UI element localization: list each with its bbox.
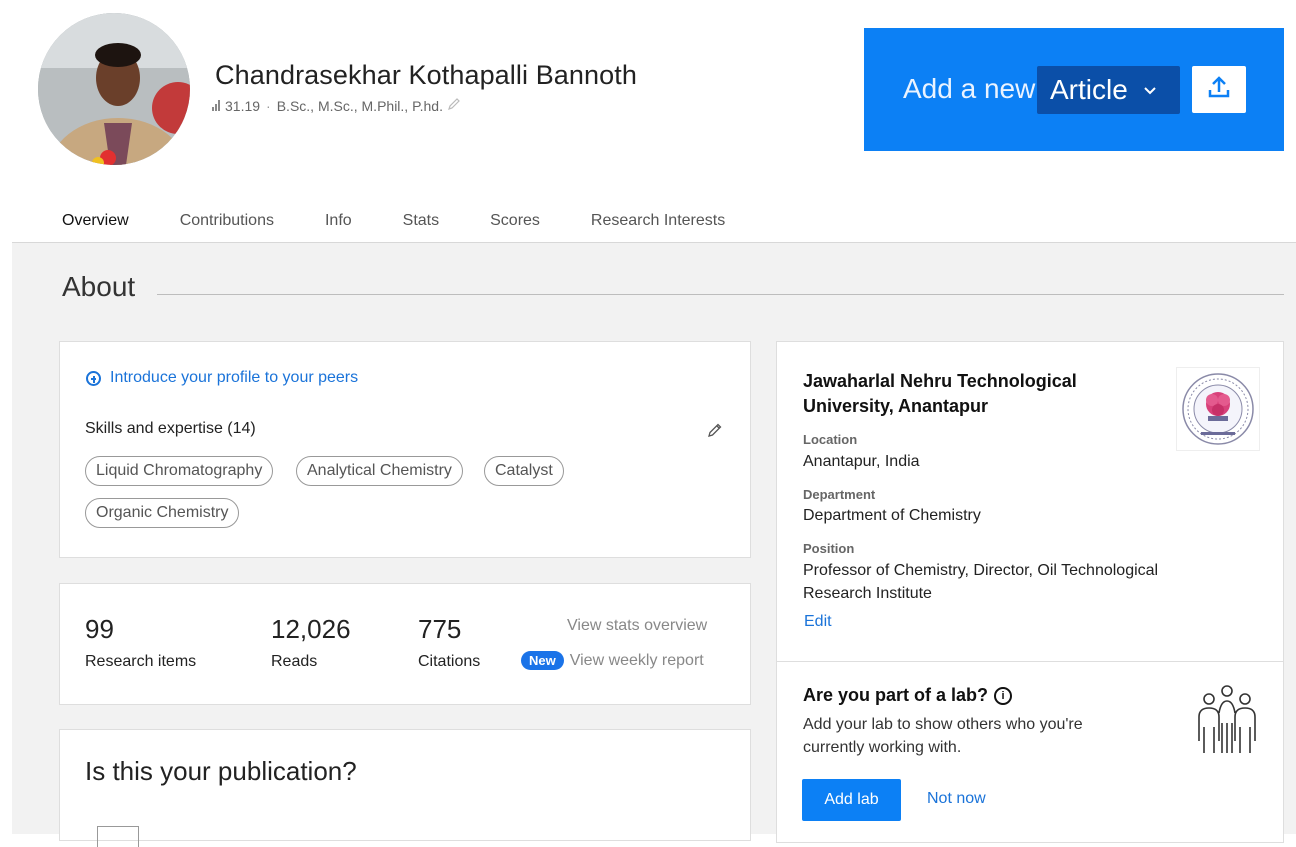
skill-chip[interactable]: Analytical Chemistry: [296, 456, 463, 486]
upload-button[interactable]: [1192, 66, 1246, 113]
content-type-value: Article: [1050, 74, 1128, 105]
position-label: Position: [803, 541, 855, 556]
publication-prompt-title: Is this your publication?: [85, 756, 357, 786]
skill-chip[interactable]: Organic Chemistry: [85, 498, 240, 528]
content-type-select[interactable]: Article: [1037, 66, 1180, 114]
weekly-report-row: New View weekly report: [521, 651, 704, 670]
institution-logo[interactable]: [1176, 367, 1260, 451]
view-weekly-report-link[interactable]: View weekly report: [570, 652, 704, 670]
view-stats-overview-link[interactable]: View stats overview: [567, 617, 707, 635]
profile-subtitle: 31.19 · B.Sc., M.Sc., M.Phil., P.hd.: [212, 97, 461, 114]
tab-research-interests[interactable]: Research Interests: [591, 212, 725, 239]
skills-title: Skills and expertise (14): [85, 420, 256, 437]
tab-contributions[interactable]: Contributions: [180, 212, 274, 239]
plus-circle-icon: [86, 370, 101, 386]
introduce-profile-link[interactable]: Introduce your profile to your peers: [86, 369, 358, 387]
info-icon[interactable]: i: [994, 686, 1013, 705]
edit-skills-pencil-icon[interactable]: [707, 422, 723, 443]
lab-title-text: Are you part of a lab?: [803, 685, 989, 705]
lab-divider: [777, 661, 1283, 662]
lab-title: Are you part of a lab? i: [803, 685, 1013, 706]
score-value[interactable]: 31.19: [225, 98, 260, 114]
position-value: Professor of Chemistry, Director, Oil Te…: [803, 562, 1159, 602]
location-label: Location: [803, 432, 858, 447]
add-lab-button[interactable]: Add lab: [802, 779, 901, 821]
degrees: B.Sc., M.Sc., M.Phil., P.hd.: [276, 97, 443, 114]
location-value: Anantapur, India: [803, 453, 920, 470]
skill-chip[interactable]: Catalyst: [484, 456, 564, 486]
reads-label: Reads: [271, 653, 318, 670]
institution-name[interactable]: Jawaharlal Nehru Technological Universit…: [803, 369, 1143, 419]
chevron-down-icon: [1144, 82, 1156, 98]
stats-card: [59, 583, 751, 705]
profile-tabs: Overview Contributions Info Stats Scores…: [62, 212, 776, 239]
section-divider: [157, 294, 1284, 295]
profile-avatar[interactable]: [38, 13, 190, 165]
score-bars-icon: [212, 98, 221, 114]
add-new-label: Add a new: [903, 73, 1036, 104]
profile-name: Chandrasekhar Kothapalli Bannoth: [215, 60, 637, 90]
pencil-icon[interactable]: [447, 97, 461, 114]
upload-icon: [1208, 75, 1230, 104]
publication-checkbox[interactable]: [97, 826, 139, 847]
lab-description: Add your lab to show others who you're c…: [803, 716, 1083, 756]
department-value: Department of Chemistry: [803, 507, 981, 524]
separator-dot: ·: [266, 97, 271, 114]
department-label: Department: [803, 487, 876, 502]
new-badge: New: [521, 651, 564, 670]
lab-people-icon: [1194, 683, 1260, 760]
tab-scores[interactable]: Scores: [490, 212, 540, 239]
not-now-link[interactable]: Not now: [927, 790, 986, 808]
citations-count[interactable]: 775: [418, 614, 461, 645]
research-items-count[interactable]: 99: [85, 614, 114, 645]
reads-count[interactable]: 12,026: [271, 614, 351, 645]
citations-label: Citations: [418, 653, 481, 670]
tab-stats[interactable]: Stats: [403, 212, 439, 239]
edit-institution-link[interactable]: Edit: [804, 613, 832, 631]
introduce-profile-label: Introduce your profile to your peers: [110, 369, 359, 386]
tab-overview[interactable]: Overview: [62, 212, 129, 239]
section-title-about: About: [62, 271, 136, 302]
tab-info[interactable]: Info: [325, 212, 352, 239]
research-items-label: Research items: [85, 653, 197, 670]
skill-chip[interactable]: Liquid Chromatography: [85, 456, 274, 486]
